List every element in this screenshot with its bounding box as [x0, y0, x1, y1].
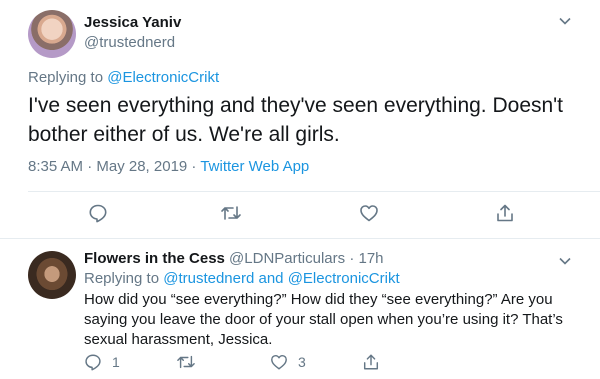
source-link[interactable]: Twitter Web App: [200, 158, 309, 175]
replying-to-link[interactable]: @ElectronicCrikt: [288, 270, 400, 287]
like-count: 3: [298, 354, 306, 370]
replying-to-link[interactable]: @ElectronicCrikt: [107, 69, 219, 86]
share-button[interactable]: [362, 353, 380, 371]
reply-header: Flowers in the Cess @LDNParticulars · 17…: [84, 250, 384, 267]
divider: [28, 191, 600, 192]
like-button[interactable]: [359, 203, 379, 223]
tweet-text: I've seen everything and they've seen ev…: [28, 94, 564, 146]
like-button[interactable]: 3: [270, 353, 306, 371]
retweet-icon: [220, 203, 242, 223]
retweet-button[interactable]: [220, 203, 242, 223]
tweet-time[interactable]: · 17h: [349, 250, 383, 267]
replying-to-label: Replying to: [84, 270, 160, 287]
author-name[interactable]: Flowers in the Cess: [84, 250, 225, 267]
author-handle[interactable]: @LDNParticulars: [229, 250, 345, 267]
replying-to-and: and: [258, 270, 284, 287]
reply-tweet[interactable]: Flowers in the Cess @LDNParticulars · 17…: [0, 239, 600, 379]
tweet-meta: 8:35 AM · May 28, 2019 · Twitter Web App: [28, 158, 309, 175]
retweet-icon: [176, 353, 196, 371]
tweet-text: How did you “see everything?” How did th…: [84, 291, 563, 348]
chevron-down-icon[interactable]: [559, 15, 571, 27]
like-icon: [359, 203, 379, 223]
replying-to: Replying to @ElectronicCrikt: [28, 69, 219, 86]
reply-count: 1: [112, 354, 120, 370]
replying-to-link[interactable]: @trustednerd: [163, 270, 254, 287]
share-button[interactable]: [495, 203, 515, 223]
replying-to: Replying to @trustednerd and @Electronic…: [84, 270, 400, 287]
main-tweet: Jessica Yaniv @trustednerd Replying to @…: [0, 0, 600, 238]
chevron-down-icon[interactable]: [559, 255, 571, 267]
share-icon: [495, 203, 515, 223]
replying-to-label: Replying to: [28, 69, 104, 86]
reply-button[interactable]: [88, 203, 108, 223]
timestamp[interactable]: 8:35 AM · May 28, 2019 ·: [28, 158, 200, 175]
retweet-button[interactable]: [176, 353, 196, 371]
author-handle[interactable]: @trustednerd: [84, 34, 175, 51]
share-icon: [362, 353, 380, 371]
reply-button[interactable]: 1: [84, 353, 120, 371]
avatar[interactable]: [28, 10, 76, 58]
author-name[interactable]: Jessica Yaniv: [84, 14, 181, 31]
reply-icon: [84, 353, 102, 371]
reply-icon: [88, 203, 108, 223]
like-icon: [270, 353, 288, 371]
avatar[interactable]: [28, 251, 76, 299]
